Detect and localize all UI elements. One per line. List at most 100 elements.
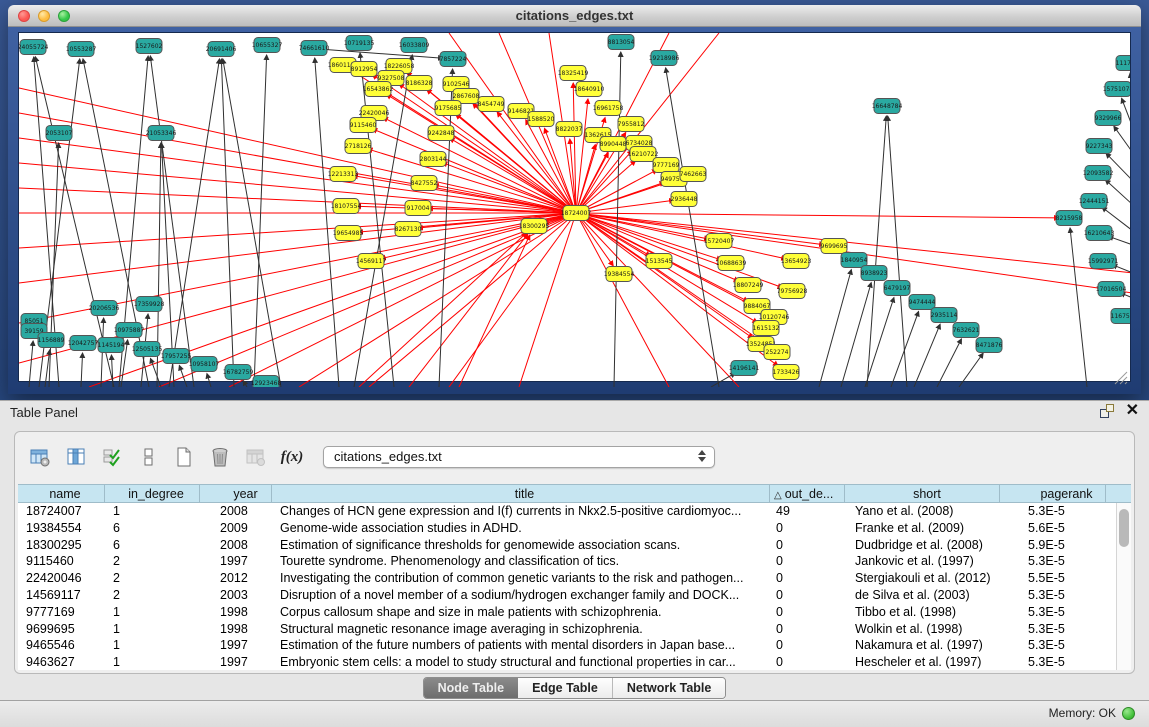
graph-node[interactable]: 8912954 [351, 62, 378, 77]
graph-node[interactable]: 1117304 [1116, 56, 1130, 71]
graph-node[interactable]: 17359928 [134, 297, 165, 312]
delete-table-button[interactable] [243, 444, 269, 470]
graph-node[interactable]: 18640910 [574, 82, 605, 97]
table-source-select[interactable]: citations_edges.txt [323, 446, 715, 468]
graph-edge[interactable] [841, 283, 871, 387]
graph-node[interactable]: 10719135 [344, 36, 375, 51]
graph-node[interactable]: 8267130 [395, 222, 422, 237]
graph-node[interactable]: 16033809 [399, 38, 430, 53]
graph-node[interactable]: 9699695 [821, 239, 848, 254]
graph-node[interactable]: 15751074 [1103, 82, 1130, 97]
graph-node[interactable]: 7462663 [680, 167, 707, 182]
tab-network-table[interactable]: Network Table [612, 678, 726, 698]
graph-node[interactable]: 1156889 [38, 333, 65, 348]
graph-node[interactable]: 18807249 [733, 278, 764, 293]
graph-edge[interactable] [243, 381, 247, 387]
graph-edge[interactable] [223, 59, 281, 387]
graph-node[interactable]: 12444151 [1079, 194, 1110, 209]
graph-node[interactable]: 16961758 [593, 101, 624, 116]
graph-node[interactable]: 8215958 [1056, 211, 1083, 226]
graph-node[interactable]: 21053346 [146, 126, 177, 141]
graph-edge[interactable] [888, 116, 907, 387]
graph-node[interactable]: 16648784 [872, 99, 903, 114]
select-all-button[interactable] [99, 444, 125, 470]
graph-edge[interactable] [360, 53, 394, 387]
delete-column-button[interactable] [207, 444, 233, 470]
graph-node[interactable]: 16543862 [363, 82, 394, 97]
graph-edge[interactable] [19, 163, 576, 213]
graph-edge[interactable] [891, 311, 919, 387]
graph-node[interactable]: 2053107 [46, 126, 73, 141]
graph-node[interactable]: 79756928 [777, 284, 808, 299]
graph-node[interactable]: 1145194 [98, 338, 125, 353]
graph-node[interactable]: 8813054 [608, 35, 635, 50]
new-column-button[interactable] [171, 444, 197, 470]
graph-node[interactable]: 8427552 [411, 176, 438, 191]
network-graph[interactable]: 1872400718300295193845541513545186011288… [19, 33, 1130, 387]
graph-node[interactable]: 8938923 [861, 266, 888, 281]
table-row[interactable]: 977716911998Corpus callosum shape and si… [18, 604, 1116, 621]
graph-node[interactable]: 9115460 [350, 118, 377, 133]
graph-edge[interactable] [867, 116, 886, 387]
graph-node[interactable]: 2935114 [931, 308, 958, 323]
graph-node[interactable]: 12923468 [251, 376, 282, 388]
graph-edge[interactable] [369, 213, 576, 387]
graph-node[interactable]: 10553287 [66, 42, 97, 57]
graph-node[interactable]: 10655327 [252, 38, 283, 53]
graph-edge[interactable] [19, 188, 576, 213]
graph-edge[interactable] [409, 234, 528, 387]
graph-node[interactable]: 917004 [405, 201, 431, 216]
graph-node[interactable]: 20691406 [206, 42, 237, 57]
column-header-year[interactable]: year [200, 485, 272, 502]
graph-node[interactable]: 7857224 [440, 52, 467, 67]
graph-node[interactable]: 9329966 [1095, 111, 1122, 126]
column-header-pagerank[interactable]: pagerank [1000, 485, 1106, 502]
graph-edge[interactable] [937, 339, 961, 387]
graph-node[interactable]: 20206536 [89, 301, 120, 316]
graph-edge[interactable] [576, 213, 669, 387]
graph-node[interactable]: 15720407 [704, 234, 735, 249]
graph-node[interactable]: 12505135 [132, 342, 163, 357]
graph-node[interactable]: 9175685 [435, 101, 462, 116]
memory-status-icon[interactable] [1122, 707, 1135, 720]
graph-edge[interactable] [865, 298, 894, 387]
graph-node[interactable]: 8471876 [976, 338, 1003, 353]
graph-node[interactable]: 9242848 [428, 126, 455, 141]
graph-node[interactable]: 1733426 [773, 365, 800, 380]
graph-node[interactable]: 2803144 [420, 152, 447, 167]
graph-node[interactable]: 9474444 [909, 295, 936, 310]
graph-edge[interactable] [1070, 228, 1087, 387]
graph-node[interactable]: 8990448 [600, 137, 627, 152]
graph-node[interactable]: 19384554 [604, 267, 635, 282]
graph-node[interactable]: 15992971 [1088, 254, 1119, 269]
table-settings-button[interactable] [27, 444, 53, 470]
graph-edge[interactable] [207, 374, 211, 387]
graph-node[interactable]: 18300295 [519, 219, 550, 234]
graph-node[interactable]: 6479197 [884, 281, 911, 296]
graph-edge[interactable] [711, 373, 735, 387]
graph-node[interactable]: 18107554 [331, 199, 362, 214]
graph-edge[interactable] [576, 213, 1059, 218]
graph-node[interactable]: 14196141 [729, 361, 760, 376]
graph-edge[interactable] [354, 55, 412, 387]
close-panel-icon[interactable]: ✕ [1126, 404, 1139, 418]
graph-node[interactable]: 14569117 [356, 254, 387, 269]
table-row[interactable]: 1830029562008Estimation of significance … [18, 537, 1116, 554]
graph-node[interactable]: 12213313 [328, 167, 359, 182]
graph-node[interactable]: 2936448 [671, 192, 698, 207]
graph-node[interactable]: 8454749 [478, 97, 505, 112]
graph-node[interactable]: 252274 [764, 345, 790, 360]
graph-node[interactable]: 18325419 [558, 66, 589, 81]
scrollbar-thumb[interactable] [1119, 509, 1129, 547]
graph-node[interactable]: 16210643 [1084, 226, 1115, 241]
column-header-in_degree[interactable]: in_degree [105, 485, 200, 502]
table-row[interactable]: 911546021997Tourette syndrome. Phenomeno… [18, 553, 1116, 570]
graph-edge[interactable] [49, 143, 59, 387]
table-row[interactable]: 946362711997Embryonic stem cells: a mode… [18, 654, 1116, 670]
graph-node[interactable]: 1513545 [646, 254, 673, 269]
table-row[interactable]: 946554611997Estimation of the future num… [18, 637, 1116, 654]
resize-grip[interactable] [1115, 372, 1127, 384]
graph-node[interactable]: 12093582 [1083, 166, 1114, 181]
graph-edge[interactable] [1114, 126, 1130, 153]
graph-edge[interactable] [81, 353, 83, 387]
